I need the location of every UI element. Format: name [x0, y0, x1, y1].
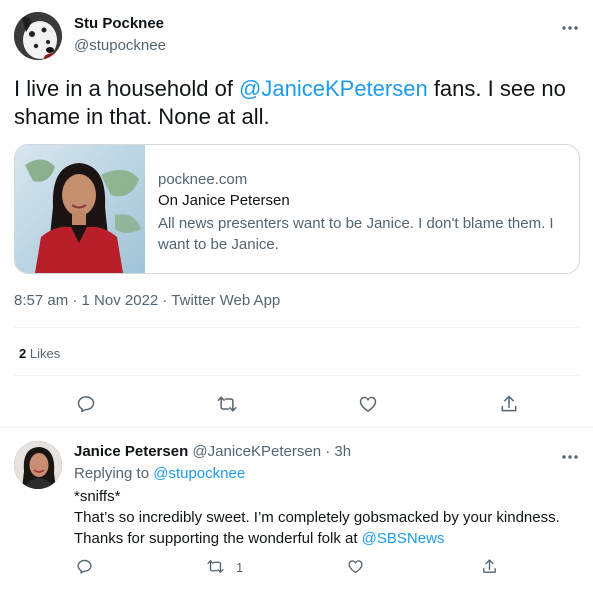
- reply-time[interactable]: · 3h: [325, 443, 351, 460]
- reply-icon[interactable]: [76, 394, 96, 414]
- author-name[interactable]: Stu Pocknee: [74, 15, 164, 32]
- tweet-text: I live in a household of @JaniceKPeterse…: [14, 75, 582, 131]
- link-card-image: [15, 145, 145, 273]
- like-icon[interactable]: [358, 394, 378, 414]
- dalmatian-avatar-image: [14, 12, 62, 60]
- reply-avatar-image: [14, 441, 62, 489]
- share-icon[interactable]: [499, 394, 519, 414]
- link-card-description: All news presenters want to be Janice. I…: [158, 215, 554, 253]
- retweet-icon[interactable]: [216, 394, 238, 414]
- author-avatar[interactable]: [14, 12, 62, 60]
- retweet-count: 1: [236, 560, 244, 575]
- like-icon[interactable]: [347, 558, 364, 575]
- more-horizontal-icon[interactable]: [561, 16, 579, 34]
- retweet-icon[interactable]: [206, 558, 225, 575]
- more-horizontal-icon[interactable]: [561, 447, 579, 465]
- link-card[interactable]: pocknee.com On Janice Petersen All news …: [14, 144, 580, 274]
- likes-count: 2: [19, 346, 27, 361]
- reply-header: Janice Petersen @JaniceKPetersen · 3h: [74, 443, 351, 460]
- likes-label: Likes: [29, 346, 61, 361]
- link-card-domain: pocknee.com: [158, 171, 248, 188]
- author-handle[interactable]: @stupocknee: [74, 37, 166, 54]
- replying-to-label: Replying to: [74, 465, 150, 482]
- reply-line: Thanks for supporting the wonderful folk…: [74, 528, 584, 549]
- divider: [14, 327, 579, 328]
- reply-text-part: Thanks for supporting the wonderful folk…: [74, 530, 362, 547]
- link-card-title: On Janice Petersen: [158, 192, 290, 209]
- mention-link[interactable]: @JaniceKPetersen: [239, 76, 428, 101]
- sbsnews-mention-link[interactable]: @SBSNews: [362, 530, 445, 547]
- reply-author-avatar[interactable]: [14, 441, 62, 489]
- tweet-text-part: I live in a household of: [14, 76, 240, 101]
- tweet-timestamp[interactable]: 8:57 am · 1 Nov 2022 · Twitter Web App: [14, 292, 280, 309]
- replying-to: Replying to @stupocknee: [74, 465, 245, 482]
- likes-stat[interactable]: 2 Likes: [19, 346, 60, 361]
- reply-text: *sniffs* That’s so incredibly sweet. I’m…: [74, 486, 584, 549]
- divider: [0, 427, 593, 428]
- divider: [14, 375, 579, 376]
- replying-to-link[interactable]: @stupocknee: [153, 465, 245, 482]
- reply-line: That’s so incredibly sweet. I’m complete…: [74, 509, 560, 526]
- reply-icon[interactable]: [76, 558, 93, 575]
- reply-author-name[interactable]: Janice Petersen: [74, 443, 188, 460]
- reply-line: *sniffs*: [74, 488, 121, 505]
- reply-author-handle[interactable]: @JaniceKPetersen: [192, 443, 321, 460]
- share-icon[interactable]: [481, 558, 498, 575]
